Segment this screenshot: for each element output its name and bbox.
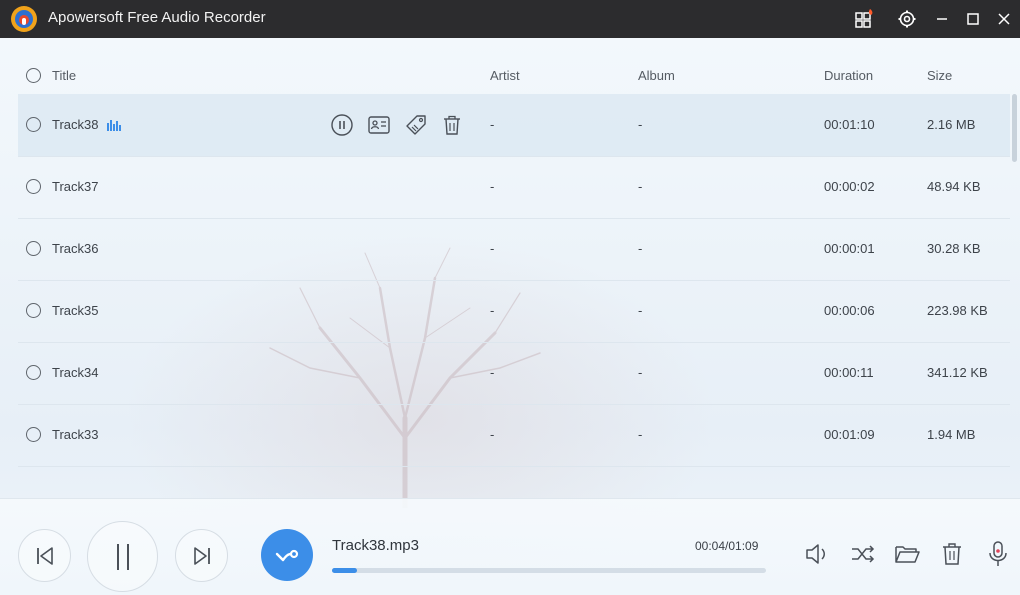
- track-duration: 00:00:02: [824, 179, 875, 194]
- maximize-icon: [967, 13, 979, 25]
- player-bar: Track38.mp3 00:04/01:09: [0, 498, 1020, 595]
- record-icon: [275, 549, 299, 562]
- minimize-icon: [937, 18, 947, 20]
- column-header-artist[interactable]: Artist: [490, 68, 520, 83]
- previous-track-button[interactable]: [18, 529, 71, 582]
- table-row[interactable]: Track34 - - 00:00:11 341.12 KB: [18, 342, 1010, 405]
- next-track-icon: [193, 546, 210, 565]
- row-select-radio[interactable]: [26, 241, 41, 256]
- record-button[interactable]: [261, 529, 313, 581]
- trash-icon[interactable]: [440, 113, 464, 137]
- table-header: Title Artist Album Duration Size: [18, 58, 1010, 94]
- pause-button[interactable]: [87, 521, 158, 592]
- close-icon: [998, 13, 1010, 25]
- table-row[interactable]: Track33 - - 00:01:09 1.94 MB: [18, 404, 1010, 467]
- track-size: 30.28 KB: [927, 241, 981, 256]
- track-title: Track36: [52, 241, 99, 256]
- column-header-size[interactable]: Size: [927, 68, 952, 83]
- track-size: 2.16 MB: [927, 117, 976, 132]
- track-title: Track34: [52, 365, 99, 380]
- track-title: Track35: [52, 303, 99, 318]
- track-artist: -: [490, 365, 495, 380]
- settings-gear-icon: [898, 10, 916, 28]
- table-row[interactable]: Track35 - - 00:00:06 223.98 KB: [18, 280, 1010, 343]
- track-album: -: [638, 303, 643, 318]
- microphone-icon[interactable]: [984, 540, 1012, 568]
- playback-progress-bar[interactable]: [332, 568, 766, 573]
- row-select-radio[interactable]: [26, 179, 41, 194]
- row-select-radio[interactable]: [26, 303, 41, 318]
- track-artist: -: [490, 427, 495, 442]
- next-track-button[interactable]: [175, 529, 228, 582]
- playback-progress-fill: [332, 568, 358, 573]
- trash-icon[interactable]: [938, 540, 966, 568]
- column-header-duration[interactable]: Duration: [824, 68, 873, 83]
- track-duration: 00:00:01: [824, 241, 875, 256]
- track-album: -: [638, 117, 643, 132]
- column-header-album[interactable]: Album: [638, 68, 675, 83]
- pause-icon[interactable]: [330, 113, 354, 137]
- app-logo-icon: [11, 6, 37, 32]
- apps-grid-icon: [855, 9, 873, 28]
- table-row[interactable]: Track38 - - 00:01:10 2.16 MB: [18, 94, 1010, 157]
- settings-button[interactable]: [893, 5, 921, 33]
- maximize-button[interactable]: [959, 5, 987, 33]
- track-album: -: [638, 427, 643, 442]
- volume-icon[interactable]: [803, 540, 831, 568]
- track-size: 341.12 KB: [927, 365, 988, 380]
- track-title: Track38: [52, 117, 99, 132]
- row-select-radio[interactable]: [26, 365, 41, 380]
- table-row[interactable]: Track37 - - 00:00:02 48.94 KB: [18, 156, 1010, 219]
- track-artist: -: [490, 117, 495, 132]
- column-header-title[interactable]: Title: [52, 68, 76, 83]
- select-all-radio[interactable]: [26, 68, 41, 83]
- row-select-radio[interactable]: [26, 427, 41, 442]
- track-size: 1.94 MB: [927, 427, 976, 442]
- track-duration: 00:01:10: [824, 117, 875, 132]
- track-duration: 00:01:09: [824, 427, 875, 442]
- id-card-icon[interactable]: [367, 113, 391, 137]
- track-album: -: [638, 241, 643, 256]
- title-bar: Apowersoft Free Audio Recorder: [0, 0, 1020, 38]
- track-title: Track37: [52, 179, 99, 194]
- track-size: 223.98 KB: [927, 303, 988, 318]
- track-duration: 00:00:11: [824, 365, 874, 380]
- track-size: 48.94 KB: [927, 179, 981, 194]
- track-album: -: [638, 179, 643, 194]
- track-album: -: [638, 365, 643, 380]
- apps-grid-button[interactable]: [850, 5, 878, 33]
- pause-icon: [116, 543, 129, 570]
- track-artist: -: [490, 179, 495, 194]
- track-duration: 00:00:06: [824, 303, 875, 318]
- now-playing-title: Track38.mp3: [332, 537, 419, 554]
- row-select-radio[interactable]: [26, 117, 41, 132]
- table-row[interactable]: Track36 - - 00:00:01 30.28 KB: [18, 218, 1010, 281]
- shuffle-icon[interactable]: [849, 540, 877, 568]
- close-button[interactable]: [990, 5, 1018, 33]
- previous-track-icon: [36, 546, 53, 565]
- playing-equalizer-icon: [107, 120, 121, 131]
- playback-time: 00:04/01:09: [695, 539, 759, 553]
- minimize-button[interactable]: [928, 5, 956, 33]
- track-title: Track33: [52, 427, 99, 442]
- tag-icon[interactable]: [404, 113, 428, 137]
- folder-icon[interactable]: [893, 540, 921, 568]
- list-scrollbar[interactable]: [1012, 94, 1017, 162]
- track-artist: -: [490, 303, 495, 318]
- app-title: Apowersoft Free Audio Recorder: [48, 9, 266, 26]
- track-artist: -: [490, 241, 495, 256]
